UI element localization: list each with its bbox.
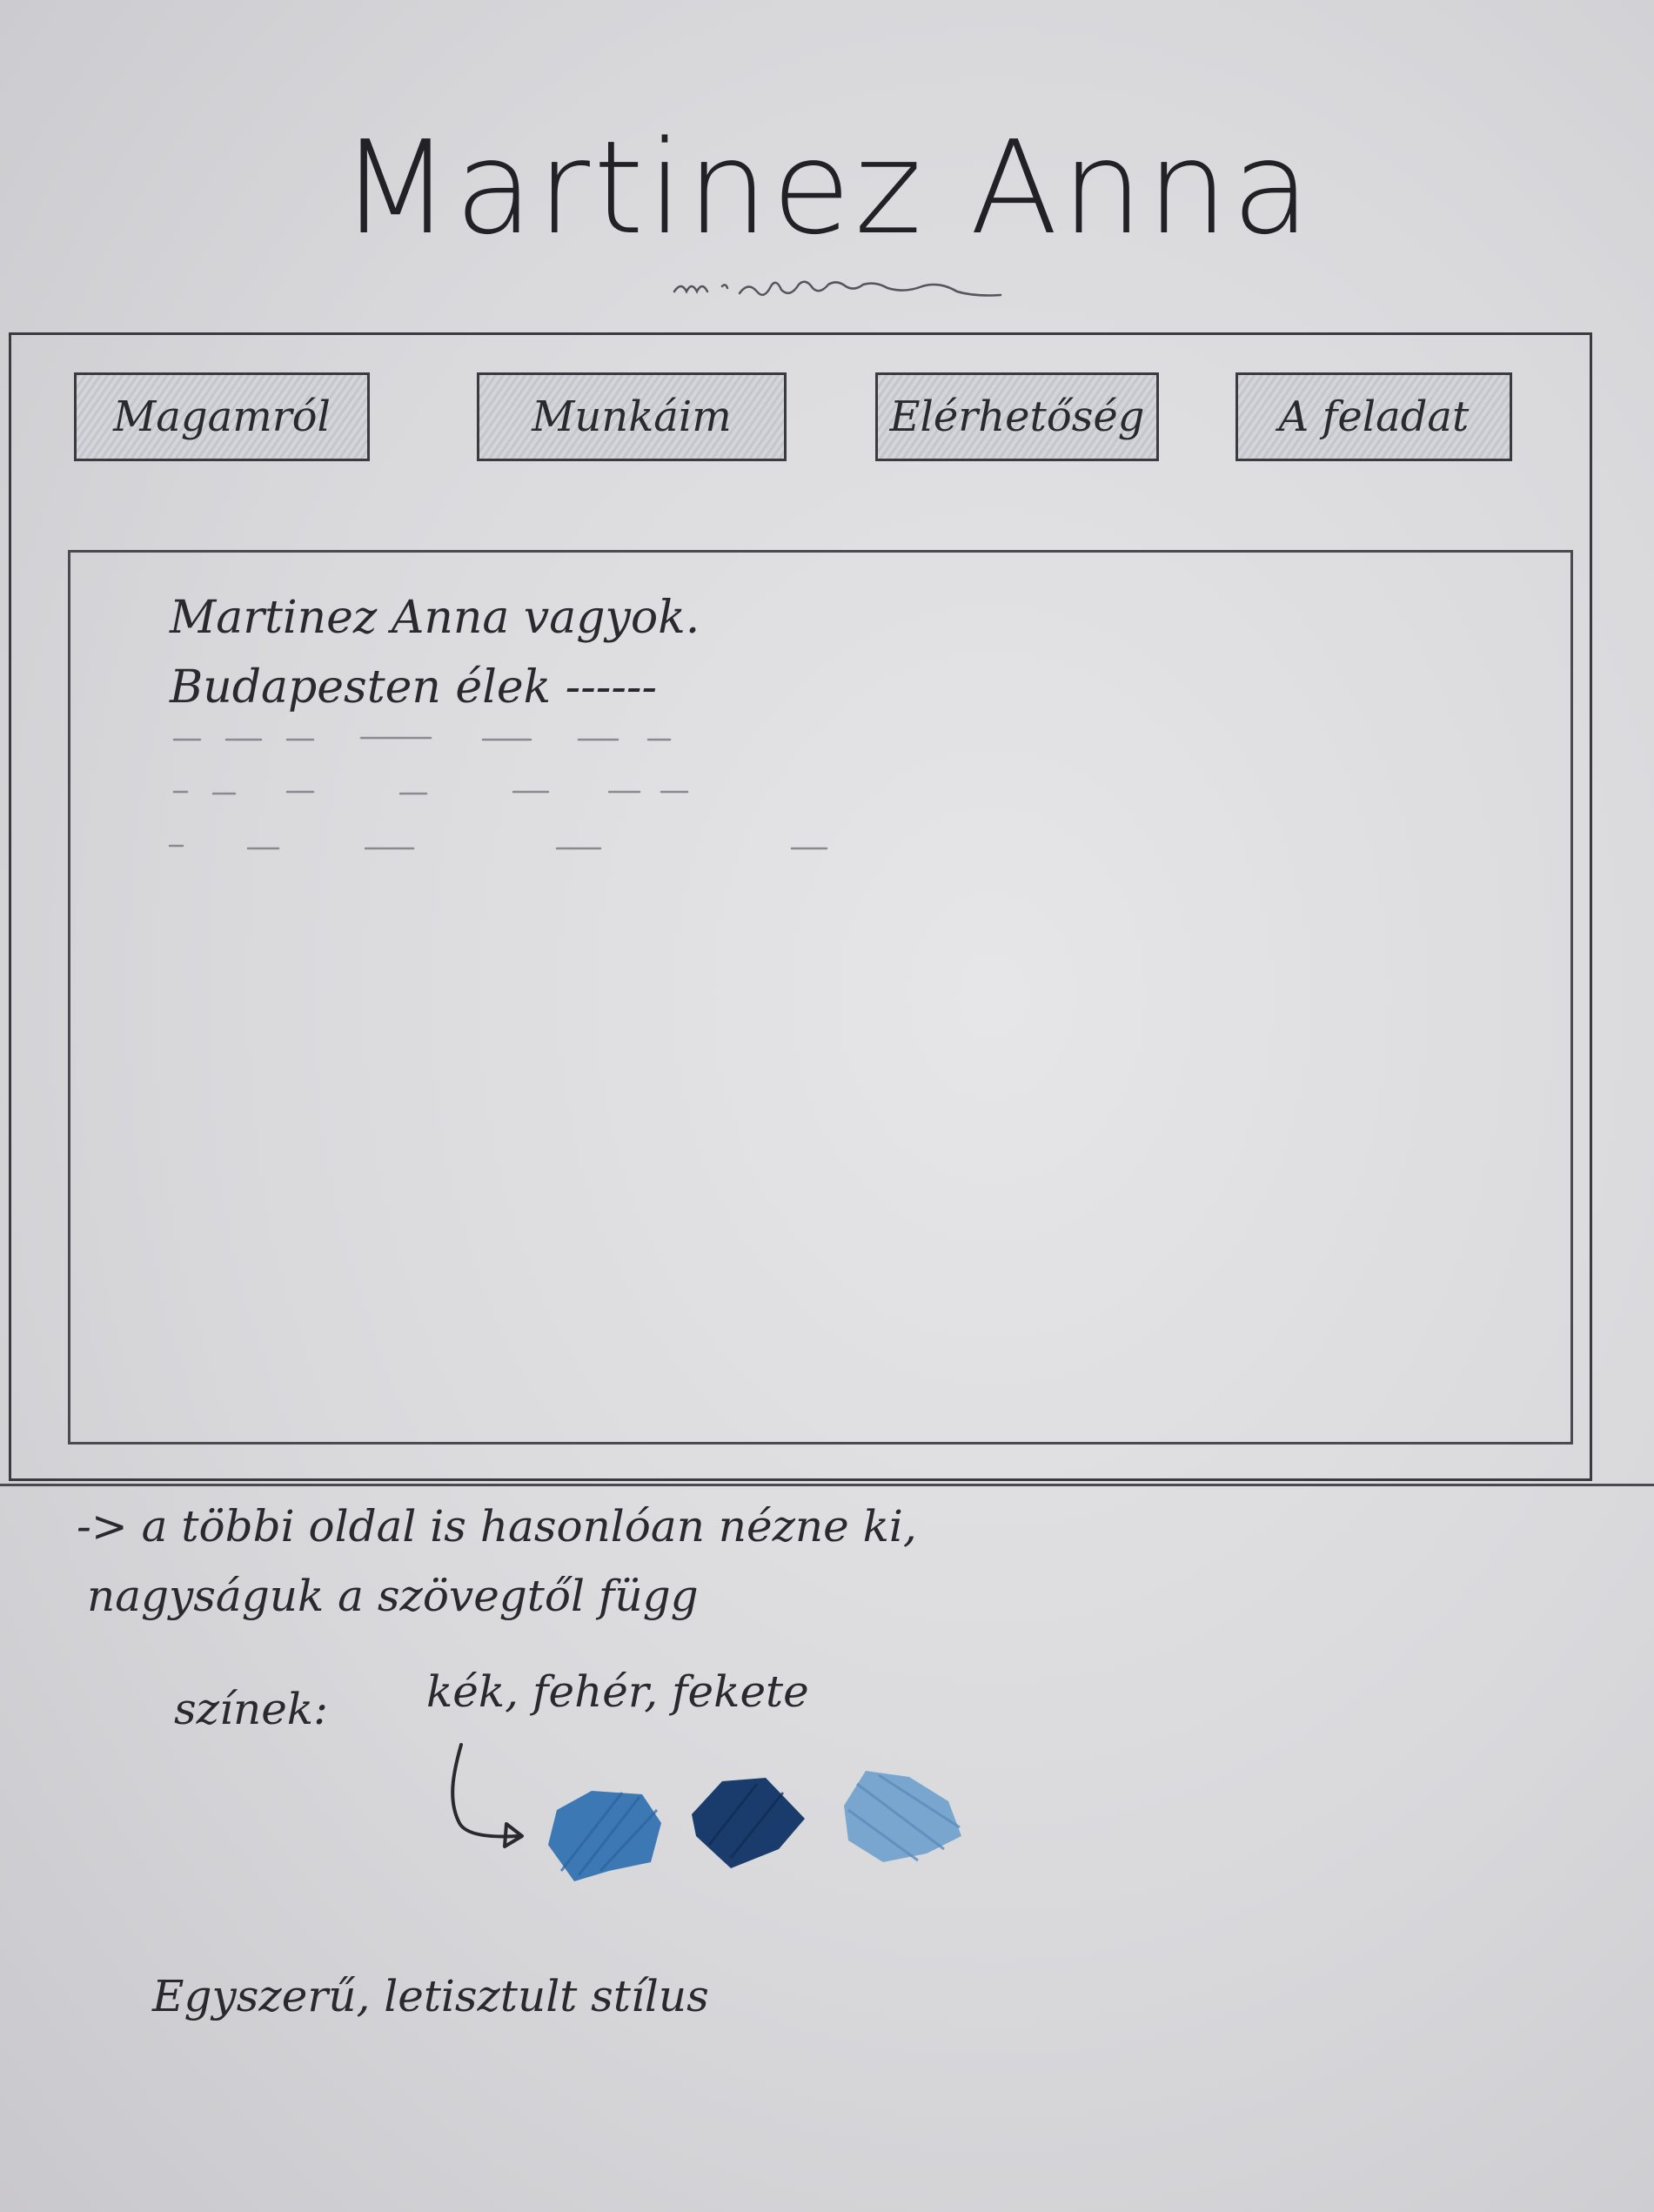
style-note: Egyszerű, letisztult stílus xyxy=(152,1971,709,2021)
nav-button-munkaim[interactable]: Munkáim xyxy=(477,372,787,461)
colors-value: kék, fehér, fekete xyxy=(426,1666,809,1717)
color-swatch-medium-blue xyxy=(548,1791,661,1881)
nav-button-magamrol[interactable]: Magamról xyxy=(74,372,370,461)
content-text-line: Budapesten élek ------ xyxy=(170,661,658,714)
color-swatch-dark-blue xyxy=(692,1778,805,1868)
swatch-fill xyxy=(692,1778,805,1868)
section-divider xyxy=(0,1484,1654,1486)
placeholder-text-lines xyxy=(168,736,828,850)
subtitle-scribble xyxy=(673,280,1002,297)
colors-label: színek: xyxy=(174,1684,328,1734)
design-note: nagyságuk a szövegtől függ xyxy=(87,1571,699,1621)
nav-button-elerhetoseg[interactable]: Elérhetőség xyxy=(875,372,1159,461)
hooked-arrow-icon xyxy=(451,1743,524,1848)
color-swatch-light-blue xyxy=(844,1771,961,1862)
nav-button-a-feladat[interactable]: A feladat xyxy=(1235,372,1512,461)
page-title: Martinez Anna xyxy=(339,113,1315,263)
design-note: -> a többi oldal is hasonlóan nézne ki, xyxy=(77,1501,917,1552)
content-text-line: Martinez Anna vagyok. xyxy=(170,592,700,644)
